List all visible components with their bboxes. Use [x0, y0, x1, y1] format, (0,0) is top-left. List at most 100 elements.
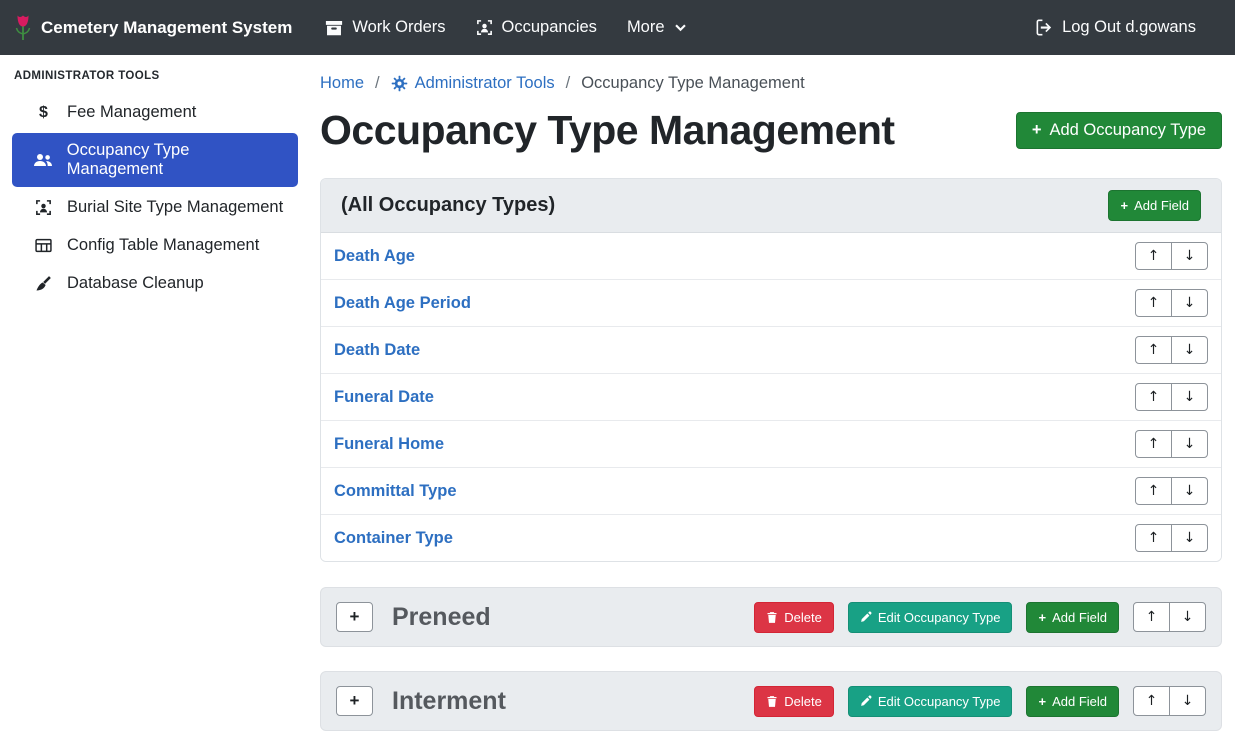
reorder-controls: ↑ ↓ [1133, 602, 1206, 632]
top-navbar: Cemetery Management System Work Orders O… [0, 0, 1235, 55]
reorder-controls: ↑ ↓ [1135, 383, 1208, 411]
logout-label: Log Out d.gowans [1062, 18, 1196, 37]
delete-button[interactable]: Delete [754, 686, 834, 717]
plus-icon: + [1038, 694, 1046, 709]
up-arrow-icon: ↑ [1148, 248, 1160, 264]
field-row: Container Type ↑ ↓ [321, 515, 1221, 561]
person-bounding-box-icon [33, 199, 54, 216]
up-arrow-icon: ↑ [1148, 295, 1160, 311]
move-down-button[interactable]: ↓ [1171, 336, 1208, 364]
add-field-label: Add Field [1052, 694, 1107, 709]
field-link[interactable]: Death Age [334, 246, 415, 266]
move-up-button[interactable]: ↑ [1135, 430, 1172, 458]
sidebar-item-config-table-management[interactable]: Config Table Management [12, 228, 298, 263]
logout-button[interactable]: Log Out d.gowans [1020, 10, 1211, 45]
trash-icon [766, 695, 778, 708]
sidebar-heading: Administrator Tools [12, 68, 298, 95]
move-down-button[interactable]: ↓ [1171, 430, 1208, 458]
down-arrow-icon: ↓ [1184, 530, 1196, 546]
trash-icon [766, 611, 778, 624]
up-arrow-icon: ↑ [1148, 530, 1160, 546]
move-down-button[interactable]: ↓ [1171, 383, 1208, 411]
add-field-button[interactable]: + Add Field [1108, 190, 1201, 221]
pencil-icon [860, 611, 872, 623]
move-down-button[interactable]: ↓ [1169, 686, 1206, 716]
edit-occupancy-type-button[interactable]: Edit Occupancy Type [848, 602, 1013, 633]
occupancy-type-sections: + Preneed Delete [320, 587, 1222, 731]
app-brand[interactable]: Cemetery Management System [14, 14, 292, 41]
sidebar-item-occupancy-type-management[interactable]: Occupancy Type Management [12, 133, 298, 187]
users-icon [33, 152, 54, 168]
section-title: Preneed [392, 600, 754, 634]
move-up-button[interactable]: ↑ [1135, 477, 1172, 505]
section-actions: Delete Edit Occupancy Type + [754, 602, 1206, 633]
sidebar-item-label: Config Table Management [67, 236, 259, 255]
move-down-button[interactable]: ↓ [1171, 524, 1208, 552]
down-arrow-icon: ↓ [1184, 436, 1196, 452]
plus-icon: + [1120, 198, 1128, 213]
reorder-controls: ↑ ↓ [1135, 524, 1208, 552]
field-link[interactable]: Funeral Date [334, 387, 434, 407]
field-link[interactable]: Committal Type [334, 481, 457, 501]
delete-button[interactable]: Delete [754, 602, 834, 633]
field-link[interactable]: Funeral Home [334, 434, 444, 454]
up-arrow-icon: ↑ [1146, 609, 1158, 625]
nav-work-orders[interactable]: Work Orders [310, 10, 460, 45]
down-arrow-icon: ↓ [1182, 609, 1194, 625]
edit-occupancy-type-button[interactable]: Edit Occupancy Type [848, 686, 1013, 717]
field-row: Funeral Date ↑ ↓ [321, 374, 1221, 421]
field-row: Committal Type ↑ ↓ [321, 468, 1221, 515]
card-header: (All Occupancy Types) + Add Field [321, 179, 1221, 233]
nav-occupancies-label: Occupancies [502, 18, 597, 37]
add-field-button[interactable]: + Add Field [1026, 602, 1119, 633]
occupancies-icon [476, 19, 493, 36]
field-link[interactable]: Container Type [334, 528, 453, 548]
breadcrumb-home-link[interactable]: Home [320, 74, 364, 93]
plus-icon: + [350, 691, 360, 711]
breadcrumb-separator: / [375, 74, 380, 93]
add-field-button[interactable]: + Add Field [1026, 686, 1119, 717]
sidebar-item-label: Burial Site Type Management [67, 198, 283, 217]
move-up-button[interactable]: ↑ [1133, 686, 1170, 716]
move-down-button[interactable]: ↓ [1171, 289, 1208, 317]
move-up-button[interactable]: ↑ [1135, 383, 1172, 411]
expand-section-button[interactable]: + [336, 686, 373, 716]
field-link[interactable]: Death Age Period [334, 293, 471, 313]
move-up-button[interactable]: ↑ [1135, 524, 1172, 552]
breadcrumb-admin-tools-link[interactable]: Administrator Tools [391, 74, 555, 93]
plus-icon: + [1038, 610, 1046, 625]
down-arrow-icon: ↓ [1184, 342, 1196, 358]
move-down-button[interactable]: ↓ [1169, 602, 1206, 632]
move-up-button[interactable]: ↑ [1133, 602, 1170, 632]
move-up-button[interactable]: ↑ [1135, 336, 1172, 364]
move-up-button[interactable]: ↑ [1135, 289, 1172, 317]
nav-occupancies[interactable]: Occupancies [461, 10, 612, 45]
sidebar: Administrator Tools $ Fee Management Occ… [0, 55, 308, 738]
move-down-button[interactable]: ↓ [1171, 242, 1208, 270]
sidebar-item-database-cleanup[interactable]: Database Cleanup [12, 266, 298, 301]
delete-label: Delete [784, 694, 822, 709]
sidebar-item-label: Database Cleanup [67, 274, 204, 293]
move-up-button[interactable]: ↑ [1135, 242, 1172, 270]
all-occupancy-types-card: (All Occupancy Types) + Add Field Death … [320, 178, 1222, 562]
up-arrow-icon: ↑ [1146, 693, 1158, 709]
gear-icon [391, 75, 408, 92]
reorder-controls: ↑ ↓ [1135, 477, 1208, 505]
pencil-icon [860, 695, 872, 707]
sidebar-item-burial-site-type-management[interactable]: Burial Site Type Management [12, 190, 298, 225]
add-field-label: Add Field [1052, 610, 1107, 625]
reorder-controls: ↑ ↓ [1133, 686, 1206, 716]
nav-more[interactable]: More [612, 10, 702, 45]
expand-section-button[interactable]: + [336, 602, 373, 632]
sidebar-item-fee-management[interactable]: $ Fee Management [12, 95, 298, 130]
reorder-controls: ↑ ↓ [1135, 336, 1208, 364]
add-occupancy-type-button[interactable]: + Add Occupancy Type [1016, 112, 1222, 149]
delete-label: Delete [784, 610, 822, 625]
broom-icon [33, 275, 54, 292]
work-orders-icon [325, 19, 343, 37]
occupancy-type-section: + Preneed Delete [320, 587, 1222, 647]
move-down-button[interactable]: ↓ [1171, 477, 1208, 505]
plus-icon: + [1032, 121, 1042, 140]
field-link[interactable]: Death Date [334, 340, 420, 360]
down-arrow-icon: ↓ [1184, 389, 1196, 405]
